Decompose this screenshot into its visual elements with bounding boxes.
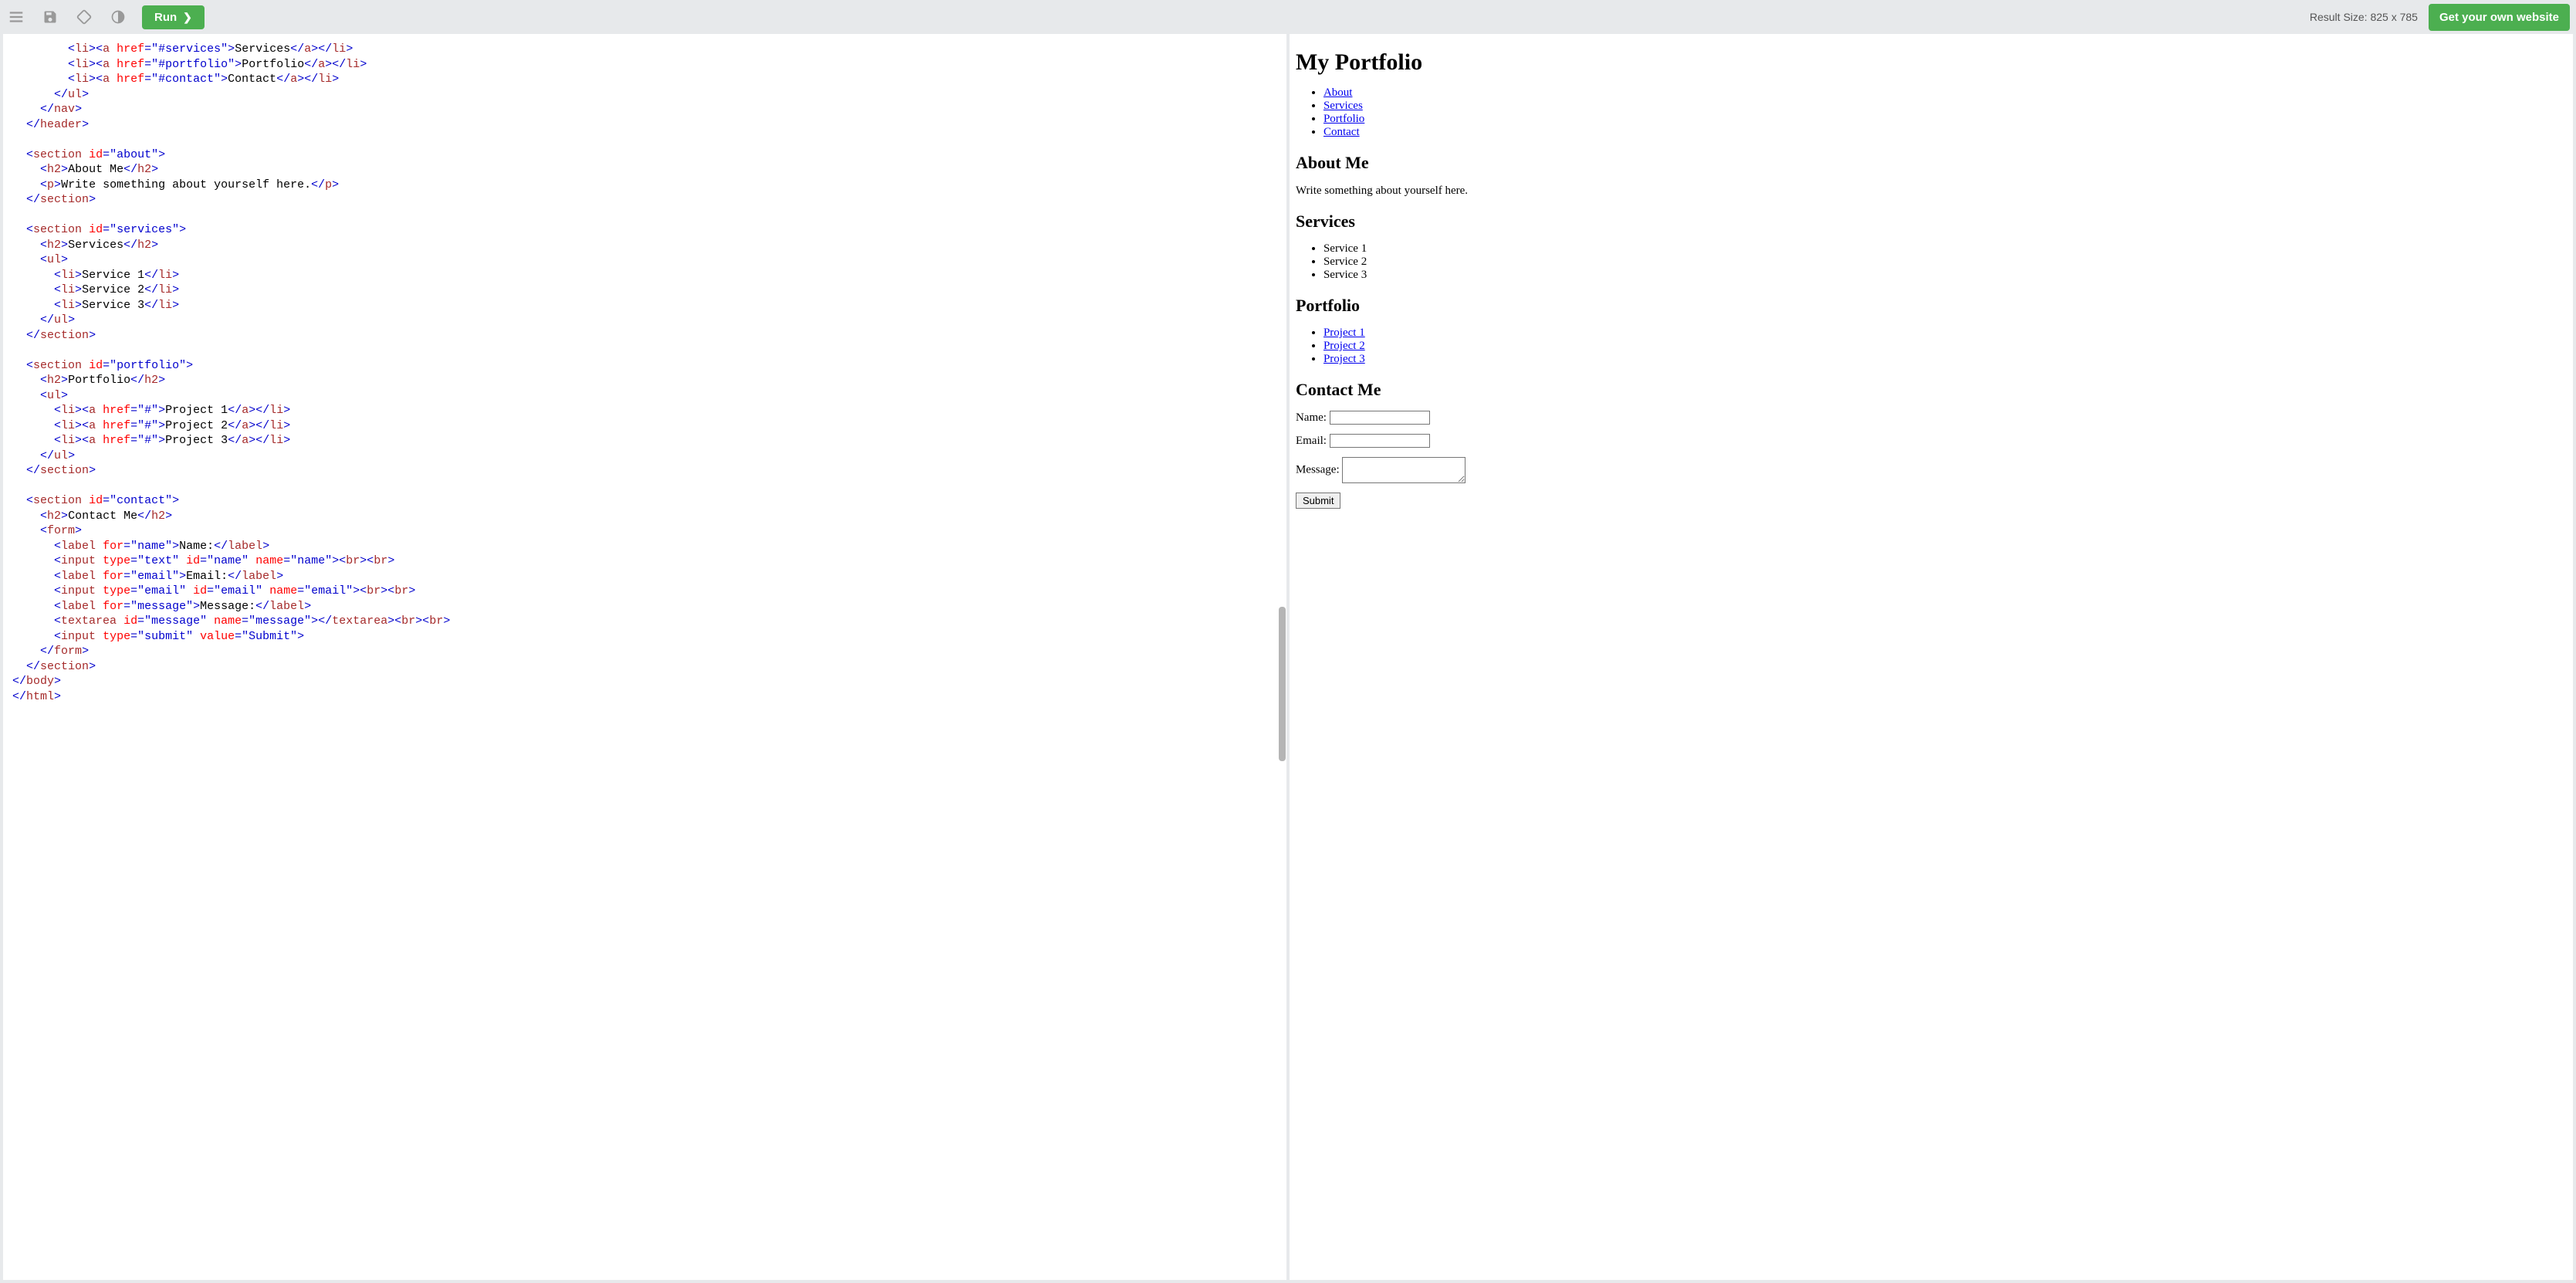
result-size-label: Result Size: 825 x 785 — [2310, 11, 2418, 23]
nav-link-portfolio[interactable]: Portfolio — [1323, 113, 1364, 125]
list-item: Portfolio — [1323, 113, 2567, 126]
rotate-icon[interactable] — [74, 7, 94, 27]
list-item: Project 1 — [1323, 327, 2567, 340]
nav-list: About Services Portfolio Contact — [1296, 86, 2567, 139]
list-item: Service 3 — [1323, 269, 2567, 282]
form-row-message: Message: — [1296, 457, 2567, 483]
portfolio-list: Project 1 Project 2 Project 3 — [1296, 327, 2567, 366]
project-link[interactable]: Project 3 — [1323, 353, 1365, 365]
list-item: About — [1323, 86, 2567, 100]
page-title: My Portfolio — [1296, 49, 2567, 76]
main: <li><a href="#services">Services</a></li… — [0, 34, 2576, 1283]
project-link[interactable]: Project 2 — [1323, 340, 1365, 352]
run-label: Run — [154, 11, 177, 24]
list-item: Project 3 — [1323, 353, 2567, 366]
nav-link-services[interactable]: Services — [1323, 100, 1363, 112]
toolbar-right: Result Size: 825 x 785 Get your own webs… — [2310, 4, 2570, 31]
name-label: Name: — [1296, 411, 1327, 424]
run-button[interactable]: Run ❯ — [142, 5, 205, 29]
menu-icon[interactable] — [6, 7, 26, 27]
form-row-submit — [1296, 493, 2567, 509]
list-item: Service 1 — [1323, 242, 2567, 256]
services-heading: Services — [1296, 212, 2567, 232]
nav-link-contact[interactable]: Contact — [1323, 126, 1360, 138]
email-label: Email: — [1296, 435, 1327, 447]
list-item: Project 2 — [1323, 340, 2567, 353]
toolbar-left: Run ❯ — [6, 5, 205, 29]
list-item: Services — [1323, 100, 2567, 113]
about-heading: About Me — [1296, 153, 2567, 173]
name-field[interactable] — [1330, 411, 1430, 425]
about-text: Write something about yourself here. — [1296, 184, 2567, 198]
toolbar: Run ❯ Result Size: 825 x 785 Get your ow… — [0, 0, 2576, 34]
get-website-button[interactable]: Get your own website — [2429, 4, 2570, 31]
code-editor[interactable]: <li><a href="#services">Services</a></li… — [3, 34, 1286, 1280]
list-item: Service 2 — [1323, 256, 2567, 269]
project-link[interactable]: Project 1 — [1323, 327, 1365, 339]
services-list: Service 1 Service 2 Service 3 — [1296, 242, 2567, 282]
nav-link-about[interactable]: About — [1323, 86, 1353, 99]
theme-icon[interactable] — [108, 7, 128, 27]
contact-heading: Contact Me — [1296, 380, 2567, 400]
submit-button[interactable] — [1296, 493, 1340, 509]
scrollbar[interactable] — [1279, 607, 1286, 761]
message-field[interactable] — [1342, 457, 1465, 483]
portfolio-heading: Portfolio — [1296, 296, 2567, 316]
editor-pane: <li><a href="#services">Services</a></li… — [3, 34, 1286, 1280]
list-item: Contact — [1323, 126, 2567, 139]
result-pane: My Portfolio About Services Portfolio Co… — [1290, 34, 2573, 1280]
form-row-name: Name: — [1296, 411, 2567, 425]
email-field[interactable] — [1330, 434, 1430, 448]
form-row-email: Email: — [1296, 434, 2567, 448]
chevron-right-icon: ❯ — [183, 11, 192, 24]
message-label: Message: — [1296, 463, 1340, 476]
save-icon[interactable] — [40, 7, 60, 27]
